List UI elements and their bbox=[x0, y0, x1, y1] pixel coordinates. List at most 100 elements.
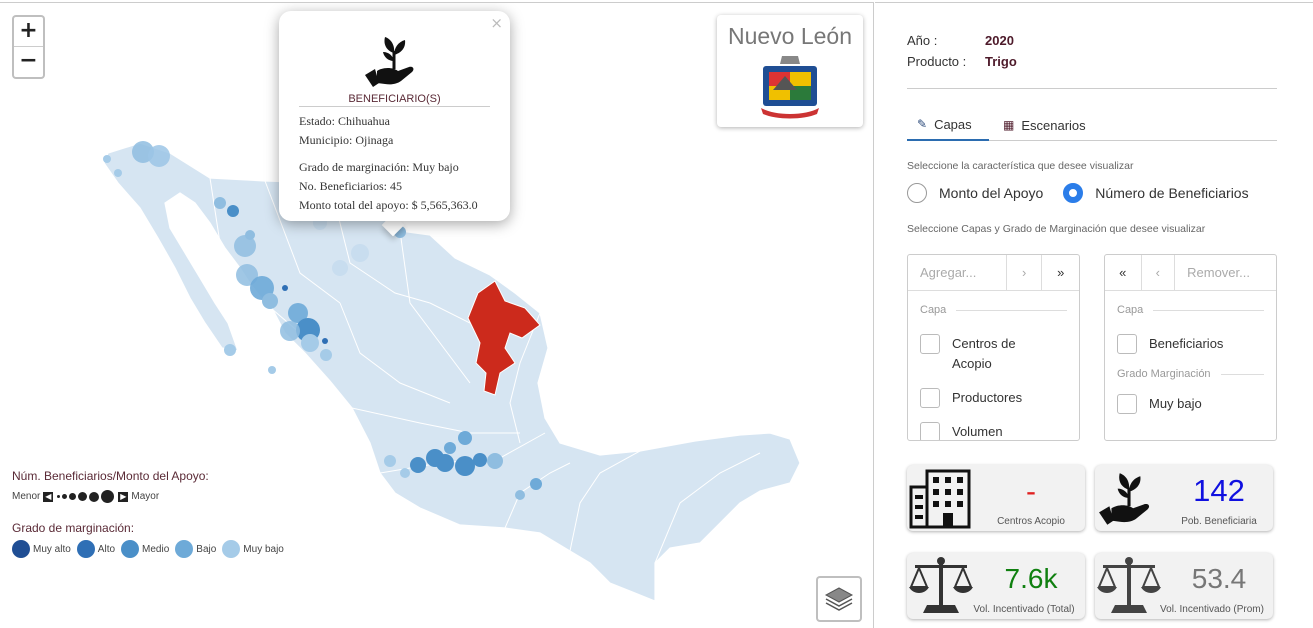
radio-monto-apoyo[interactable]: Monto del Apoyo bbox=[907, 183, 1043, 203]
popup-municipio: Municipio: Ojinaga bbox=[299, 133, 394, 147]
map-marker bbox=[436, 454, 454, 472]
add-search-input[interactable]: Agregar... bbox=[908, 255, 1007, 290]
list-item-centros-acopio[interactable]: Centros de Acopio bbox=[908, 334, 1079, 374]
radio-circle bbox=[907, 183, 927, 203]
legend-level-alto: Alto bbox=[76, 540, 115, 558]
app-root: + − × BENEFICIARIO(S) Estado: Chihuahua … bbox=[0, 0, 1313, 628]
legend-marg-scale: Muy alto Alto Medio Bajo Muy bajo bbox=[12, 540, 290, 558]
legend-size-title: Núm. Beneficiarios/Monto del Apoyo: bbox=[12, 469, 209, 483]
zoom-in-button[interactable]: + bbox=[14, 17, 43, 47]
size-dot bbox=[62, 494, 68, 499]
producto-value: Trigo bbox=[985, 54, 1017, 69]
map-marker bbox=[515, 490, 525, 500]
popup-title: BENEFICIARIO(S) bbox=[299, 93, 490, 107]
kpi-card-pob-beneficiaria: 142 Pob. Beneficiaria bbox=[1095, 465, 1273, 531]
checkbox[interactable] bbox=[920, 422, 940, 440]
map-view[interactable]: + − × BENEFICIARIO(S) Estado: Chihuahua … bbox=[0, 2, 874, 628]
list-section-capa: Capa bbox=[1105, 304, 1276, 316]
map-marker bbox=[103, 155, 111, 163]
popup-close-button[interactable]: × bbox=[490, 14, 503, 32]
map-marker bbox=[384, 455, 396, 467]
legend-mayor-label: Mayor bbox=[131, 491, 160, 502]
state-info-card: Nuevo León bbox=[717, 15, 863, 127]
list-item-productores[interactable]: Productores bbox=[908, 388, 1079, 408]
layers-icon bbox=[824, 587, 854, 611]
map-marker bbox=[282, 285, 288, 291]
popup-beneficiarios: No. Beneficiarios: 45 bbox=[299, 179, 402, 193]
side-panel: Año : 2020 Producto : Trigo ✎ Capas ▦ Es… bbox=[875, 2, 1313, 628]
zoom-control: + − bbox=[12, 15, 45, 79]
map-marker bbox=[530, 478, 542, 490]
move-one-right-button[interactable]: › bbox=[1007, 255, 1043, 290]
checkbox[interactable] bbox=[920, 334, 940, 354]
tab-capas[interactable]: ✎ Capas bbox=[907, 109, 989, 141]
feature-radio-group: Monto del Apoyo Número de Beneficiarios bbox=[907, 183, 1269, 203]
list-section-grado: Grado Marginación bbox=[1105, 368, 1276, 380]
popup-estado: Estado: Chihuahua bbox=[299, 114, 390, 128]
map-marker bbox=[114, 169, 122, 177]
map-marker bbox=[444, 442, 456, 454]
tab-escenarios[interactable]: ▦ Escenarios bbox=[1003, 109, 1086, 141]
map-marker bbox=[410, 457, 426, 473]
list-item-muy-bajo[interactable]: Muy bajo bbox=[1105, 394, 1276, 414]
vol-total-value: 7.6k bbox=[1004, 563, 1058, 594]
pob-beneficiaria-label: Pob. Beneficiaria bbox=[1181, 516, 1257, 527]
building-icon bbox=[909, 469, 971, 529]
layers-toggle-button[interactable] bbox=[816, 576, 862, 622]
producto-label: Producto : bbox=[907, 54, 967, 69]
selected-layers-list: « ‹ Remover... Capa Beneficiarios Grado … bbox=[1104, 254, 1277, 441]
hint-caracteristica: Seleccione la característica que desee v… bbox=[907, 160, 1134, 172]
legend-menor-label: Menor bbox=[12, 491, 41, 502]
centros-acopio-value: - bbox=[1026, 475, 1036, 508]
size-dot bbox=[101, 490, 115, 503]
anio-label: Año : bbox=[907, 33, 938, 48]
zoom-out-button[interactable]: − bbox=[14, 47, 43, 77]
legend-marg-title: Grado de marginación: bbox=[12, 521, 135, 535]
checkbox[interactable] bbox=[1117, 394, 1137, 414]
map-marker bbox=[320, 349, 332, 361]
size-dot bbox=[89, 491, 100, 502]
list-section-capa: Capa bbox=[908, 304, 1079, 316]
available-layers-list: Agregar... › » Capa Centros de Acopio Pr… bbox=[907, 254, 1080, 441]
caret-right-icon: ▶ bbox=[118, 491, 129, 502]
list-item-volumen[interactable]: Volumen bbox=[908, 422, 1079, 440]
popup-details: Estado: Chihuahua Municipio: Ojinaga Gra… bbox=[299, 112, 478, 215]
map-marker bbox=[214, 197, 226, 209]
list-item-beneficiarios[interactable]: Beneficiarios bbox=[1105, 334, 1276, 354]
legend-level-muy-alto: Muy alto bbox=[12, 540, 71, 558]
remove-search-input[interactable]: Remover... bbox=[1175, 255, 1276, 290]
map-marker bbox=[455, 456, 475, 476]
map-marker bbox=[268, 366, 276, 374]
map-marker bbox=[224, 344, 236, 356]
map-marker bbox=[487, 453, 503, 469]
map-marker bbox=[400, 468, 410, 478]
state-name: Nuevo León bbox=[727, 23, 853, 49]
map-legend: Núm. Beneficiarios/Monto del Apoyo: Meno… bbox=[12, 469, 290, 558]
size-dot bbox=[78, 492, 88, 501]
move-all-left-button[interactable]: « bbox=[1105, 255, 1142, 290]
grid-icon: ▦ bbox=[1003, 118, 1015, 132]
map-marker bbox=[280, 321, 300, 341]
checkbox[interactable] bbox=[920, 388, 940, 408]
map-marker bbox=[148, 145, 170, 167]
radio-numero-beneficiarios[interactable]: Número de Beneficiarios bbox=[1063, 183, 1249, 203]
divider bbox=[907, 88, 1277, 89]
pob-beneficiaria-value: 142 bbox=[1193, 473, 1245, 508]
selection-info: Año : 2020 Producto : Trigo bbox=[907, 33, 1017, 75]
beneficiary-popup: × BENEFICIARIO(S) Estado: Chihuahua Muni… bbox=[279, 11, 510, 221]
map-marker bbox=[234, 235, 256, 257]
popup-monto: Monto total del apoyo: $ 5,565,363.0 bbox=[299, 198, 478, 212]
map-marker bbox=[458, 431, 472, 445]
checkbox[interactable] bbox=[1117, 334, 1137, 354]
kpi-card-vol-total: 7.6k Vol. Incentivado (Total) bbox=[907, 553, 1085, 619]
anio-value: 2020 bbox=[985, 33, 1014, 48]
radio-circle-selected bbox=[1063, 183, 1084, 203]
brush-icon: ✎ bbox=[917, 117, 928, 131]
map-marker bbox=[262, 293, 278, 309]
move-one-left-button[interactable]: ‹ bbox=[1142, 255, 1176, 290]
kpi-card-centros-acopio: - Centros Acopio bbox=[907, 465, 1085, 531]
map-marker bbox=[473, 453, 487, 467]
move-all-right-button[interactable]: » bbox=[1042, 255, 1079, 290]
map-marker bbox=[227, 205, 239, 217]
plant-hand-icon bbox=[1099, 473, 1150, 525]
